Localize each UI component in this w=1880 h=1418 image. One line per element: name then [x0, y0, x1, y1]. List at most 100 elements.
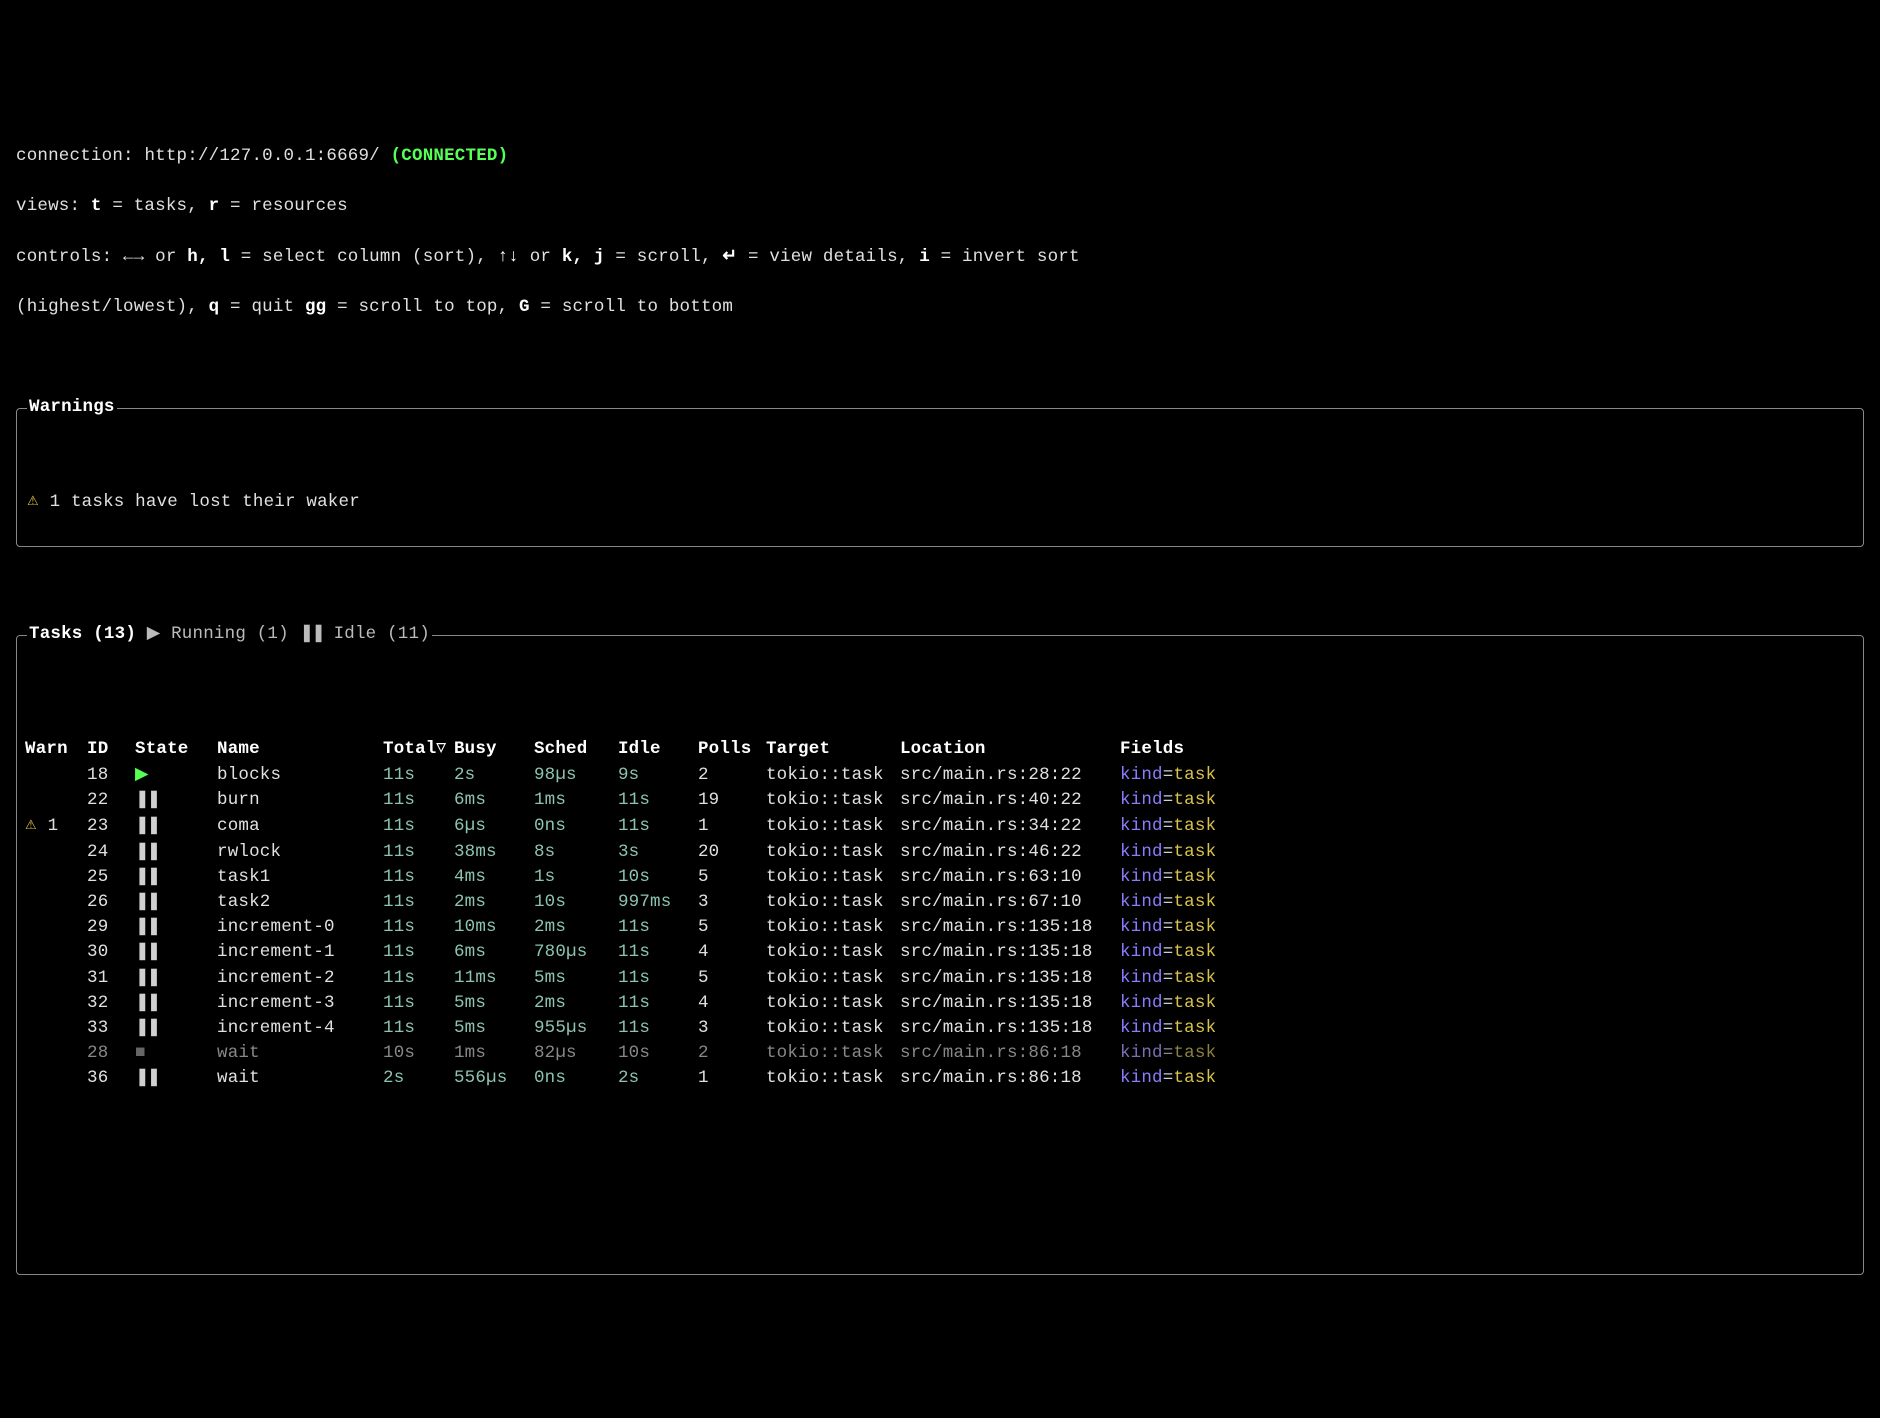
table-row[interactable]: 26❚❚task211s2ms10s997ms3tokio::tasksrc/m…: [25, 890, 1855, 915]
table-row[interactable]: 30❚❚increment-111s6ms780µs11s4tokio::tas…: [25, 940, 1855, 965]
cell-idle: 10s: [618, 1041, 698, 1066]
cell-state: ❚❚: [135, 966, 217, 991]
col-header-fields[interactable]: Fields: [1120, 736, 1855, 762]
views-key-r[interactable]: r: [209, 196, 220, 216]
field-eq: =: [1163, 816, 1174, 836]
col-header-polls[interactable]: Polls: [698, 736, 766, 762]
cell-location: src/main.rs:135:18: [900, 915, 1120, 940]
cell-target: tokio::task: [766, 991, 900, 1016]
col-header-id[interactable]: ID: [87, 736, 135, 762]
views-key-t[interactable]: t: [91, 196, 102, 216]
idle-label: Idle (11): [334, 624, 430, 644]
cell-total: 11s: [383, 840, 454, 865]
col-header-warn[interactable]: Warn: [25, 736, 87, 762]
col-header-state[interactable]: State: [135, 736, 217, 762]
cell-name: task2: [217, 890, 383, 915]
warnings-box: Warnings ⚠ 1 tasks have lost their waker: [16, 408, 1864, 547]
col-header-name[interactable]: Name: [217, 736, 383, 762]
col-header-busy[interactable]: Busy: [454, 736, 534, 762]
controls-key-i[interactable]: i: [919, 247, 930, 267]
table-row[interactable]: 25❚❚task111s4ms1s10s5tokio::tasksrc/main…: [25, 865, 1855, 890]
cell-warn: [25, 966, 87, 991]
field-key: kind: [1120, 816, 1163, 836]
col-header-total[interactable]: Total▽: [383, 736, 454, 762]
cell-fields: kind=task: [1120, 813, 1855, 839]
cell-target: tokio::task: [766, 1066, 900, 1091]
table-row[interactable]: 28■wait10s1ms82µs10s2tokio::tasksrc/main…: [25, 1041, 1855, 1066]
controls-key-G[interactable]: G: [519, 297, 530, 317]
col-header-sched[interactable]: Sched: [534, 736, 618, 762]
cell-id: 33: [87, 1016, 135, 1041]
tasks-table[interactable]: Warn ID State Name Total▽ Busy Sched Idl…: [25, 736, 1855, 1091]
cell-id: 29: [87, 915, 135, 940]
cell-sched: 98µs: [534, 763, 618, 788]
controls-key-kj[interactable]: k, j: [562, 247, 605, 267]
field-key: kind: [1120, 993, 1163, 1013]
cell-idle: 11s: [618, 966, 698, 991]
cell-id: 22: [87, 788, 135, 813]
cell-polls: 1: [698, 1066, 766, 1091]
controls-desc-enter: = view details,: [737, 247, 919, 267]
cell-busy: 1ms: [454, 1041, 534, 1066]
field-val: task: [1173, 816, 1216, 836]
connection-status: (CONNECTED): [391, 146, 509, 166]
cell-name: task1: [217, 865, 383, 890]
cell-polls: 1: [698, 813, 766, 839]
field-val: task: [1173, 1068, 1216, 1088]
cell-fields: kind=task: [1120, 890, 1855, 915]
cell-idle: 997ms: [618, 890, 698, 915]
cell-location: src/main.rs:40:22: [900, 788, 1120, 813]
cell-sched: 1ms: [534, 788, 618, 813]
views-label: views:: [16, 196, 80, 216]
cell-idle: 11s: [618, 991, 698, 1016]
controls-key-q[interactable]: q: [209, 297, 220, 317]
cell-fields: kind=task: [1120, 1066, 1855, 1091]
cell-sched: 5ms: [534, 966, 618, 991]
col-header-location[interactable]: Location: [900, 736, 1120, 762]
cell-total: 2s: [383, 1066, 454, 1091]
cell-location: src/main.rs:86:18: [900, 1066, 1120, 1091]
cell-idle: 10s: [618, 865, 698, 890]
field-val: task: [1173, 1018, 1216, 1038]
cell-sched: 0ns: [534, 1066, 618, 1091]
table-row[interactable]: 29❚❚increment-011s10ms2ms11s5tokio::task…: [25, 915, 1855, 940]
cell-state: ❚❚: [135, 1066, 217, 1091]
cell-fields: kind=task: [1120, 915, 1855, 940]
table-row[interactable]: 24❚❚rwlock11s38ms8s3s20tokio::tasksrc/ma…: [25, 840, 1855, 865]
table-row[interactable]: 32❚❚increment-311s5ms2ms11s4tokio::tasks…: [25, 991, 1855, 1016]
warn-count: 1: [48, 816, 59, 836]
cell-idle: 11s: [618, 813, 698, 839]
table-row[interactable]: ⚠ 123❚❚coma11s6µs0ns11s1tokio::tasksrc/m…: [25, 813, 1855, 839]
cell-warn: [25, 840, 87, 865]
cell-target: tokio::task: [766, 915, 900, 940]
cell-sched: 0ns: [534, 813, 618, 839]
table-row[interactable]: 22❚❚burn11s6ms1ms11s19tokio::tasksrc/mai…: [25, 788, 1855, 813]
controls-key-hl[interactable]: h, l: [187, 247, 230, 267]
cell-name: wait: [217, 1066, 383, 1091]
cell-warn: [25, 1066, 87, 1091]
col-header-target[interactable]: Target: [766, 736, 900, 762]
cell-busy: 38ms: [454, 840, 534, 865]
controls-key-gg[interactable]: gg: [305, 297, 326, 317]
cell-state: ❚❚: [135, 940, 217, 965]
table-row[interactable]: 31❚❚increment-211s11ms5ms11s5tokio::task…: [25, 966, 1855, 991]
cell-polls: 3: [698, 1016, 766, 1041]
field-eq: =: [1163, 1068, 1174, 1088]
cell-state: ❚❚: [135, 1016, 217, 1041]
controls-key-enter[interactable]: ↵: [722, 247, 737, 267]
cell-idle: 11s: [618, 788, 698, 813]
cell-id: 32: [87, 991, 135, 1016]
cell-warn: ⚠ 1: [25, 813, 87, 839]
cell-polls: 5: [698, 865, 766, 890]
cell-location: src/main.rs:135:18: [900, 940, 1120, 965]
warnings-text: 1 tasks have lost their waker: [50, 492, 360, 512]
table-row[interactable]: 33❚❚increment-411s5ms955µs11s3tokio::tas…: [25, 1016, 1855, 1041]
cell-busy: 2ms: [454, 890, 534, 915]
table-row[interactable]: 36❚❚wait2s556µs0ns2s1tokio::tasksrc/main…: [25, 1066, 1855, 1091]
cell-name: burn: [217, 788, 383, 813]
cell-id: 23: [87, 813, 135, 839]
cell-fields: kind=task: [1120, 788, 1855, 813]
cell-idle: 11s: [618, 1016, 698, 1041]
col-header-idle[interactable]: Idle: [618, 736, 698, 762]
table-row[interactable]: 18▶blocks11s2s98µs9s2tokio::tasksrc/main…: [25, 763, 1855, 788]
